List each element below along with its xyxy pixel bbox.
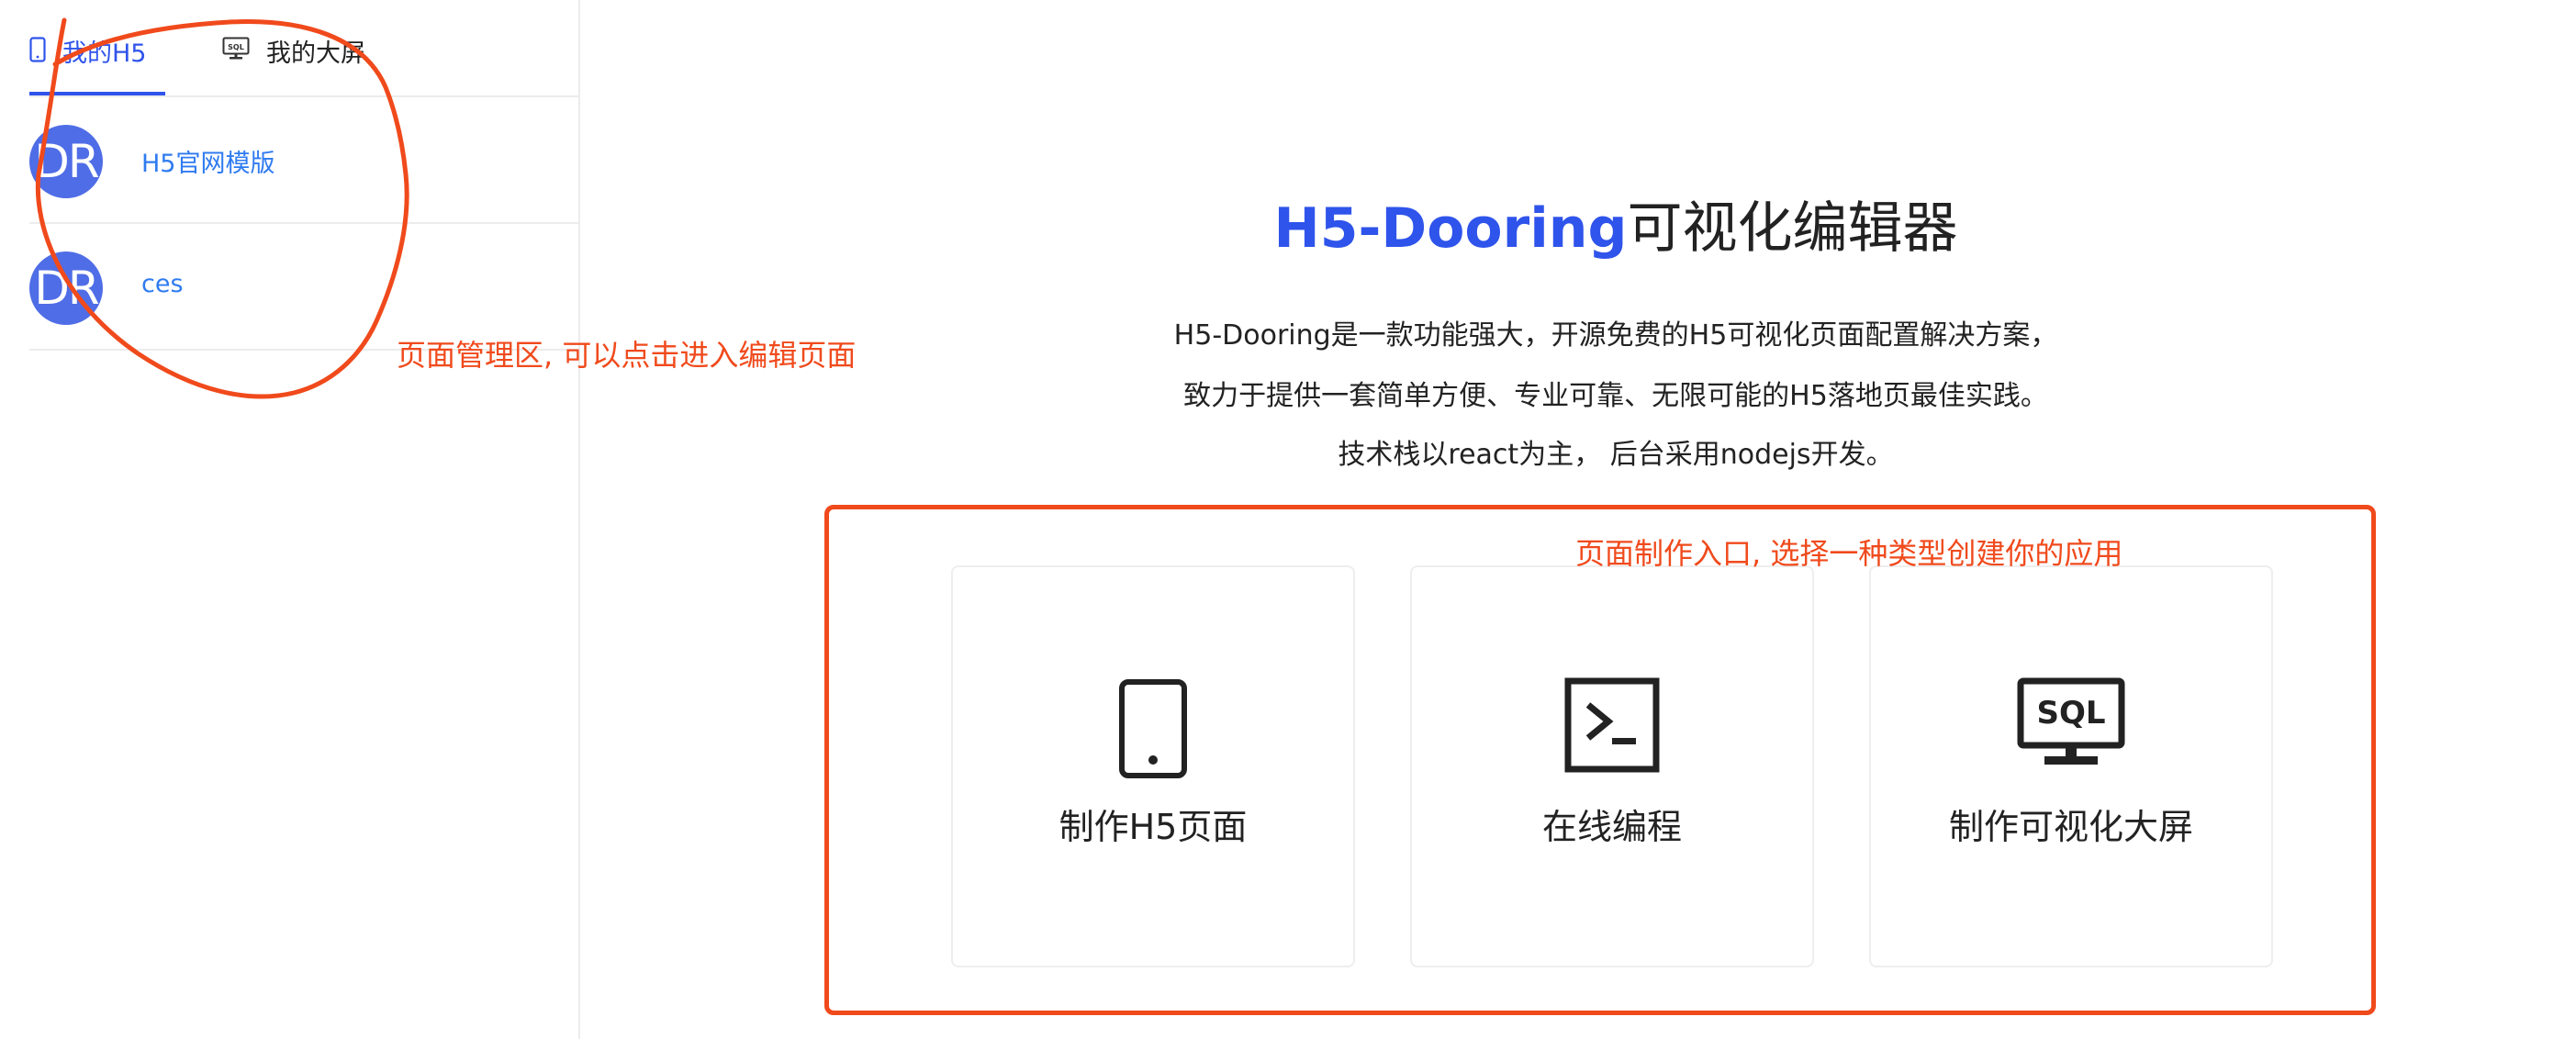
- tab-my-screen[interactable]: SQL 我的大屏: [222, 33, 365, 97]
- tab-label: 我的大屏: [266, 39, 365, 68]
- svg-text:SQL: SQL: [2036, 695, 2105, 732]
- card-label: 制作H5页面: [1058, 807, 1248, 847]
- sidebar-tabs: 我的H5 SQL 我的大屏: [29, 0, 580, 97]
- sql-screen-icon: SQL: [1871, 677, 2271, 769]
- title-suffix: 可视化编辑器: [1627, 196, 1958, 261]
- card-label: 在线编程: [1541, 807, 1682, 847]
- svg-text:SQL: SQL: [228, 43, 244, 51]
- mobile-icon: [29, 37, 46, 69]
- avatar: DR: [29, 251, 103, 325]
- create-h5-card[interactable]: 制作H5页面: [951, 565, 1355, 967]
- terminal-icon: [1412, 677, 1812, 773]
- online-coding-card[interactable]: 在线编程: [1410, 565, 1814, 967]
- list-item[interactable]: DR H5官网模版: [29, 97, 580, 224]
- sql-screen-icon: SQL: [222, 37, 250, 67]
- active-tab-indicator: [29, 92, 165, 95]
- mobile-icon: [953, 677, 1353, 780]
- card-label: 制作可视化大屏: [1948, 807, 2193, 847]
- page-title-link[interactable]: H5官网模版: [141, 143, 274, 179]
- description-line: H5-Dooring是一款功能强大，开源免费的H5可视化页面配置解决方案，: [1173, 319, 2058, 352]
- page-title-link[interactable]: ces: [141, 270, 184, 298]
- main-title: H5-Dooring可视化编辑器: [946, 184, 2286, 263]
- tab-label: 我的H5: [62, 39, 147, 68]
- avatar: DR: [29, 125, 103, 198]
- description-line: 技术栈以react为主， 后台采用nodejs开发。: [1338, 439, 1894, 471]
- tab-my-h5[interactable]: 我的H5: [29, 33, 146, 97]
- create-screen-card[interactable]: SQL 制作可视化大屏: [1869, 565, 2273, 967]
- sidebar: 我的H5 SQL 我的大屏 DR H5官网模版 DR ces: [0, 0, 580, 1039]
- annotation-note-left: 页面管理区, 可以点击进入编辑页面: [397, 338, 857, 373]
- page: 我的H5 SQL 我的大屏 DR H5官网模版 DR ces H5-Doorin…: [0, 0, 2576, 1039]
- annotation-note-right: 页面制作入口, 选择一种类型创建你的应用: [1575, 536, 2123, 571]
- description-line: 致力于提供一套简单方便、专业可靠、无限可能的H5落地页最佳实践。: [1183, 380, 2048, 412]
- brand-name: H5-Dooring: [1273, 196, 1628, 261]
